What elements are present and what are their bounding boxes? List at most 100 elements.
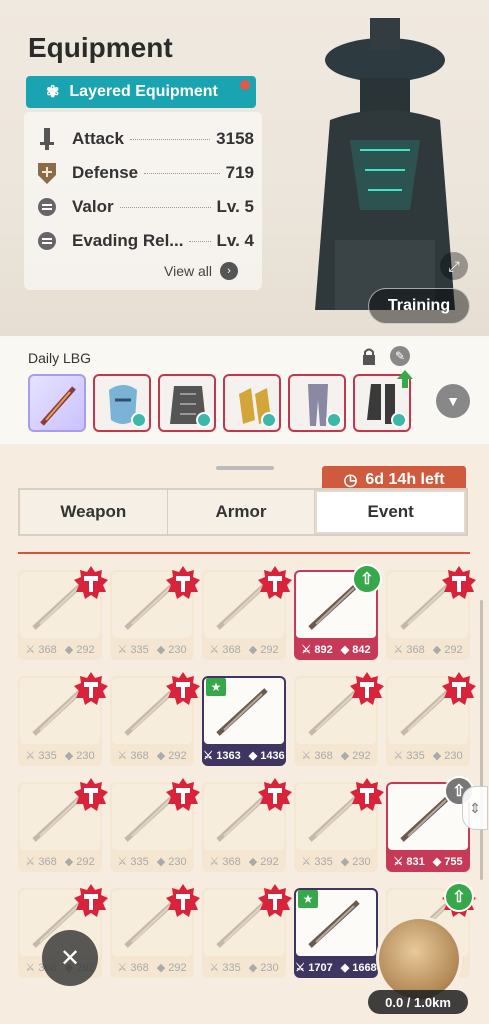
defense-value: ◆ 292 (156, 749, 187, 762)
card-stats: ⚔ 335 ◆ 230 (294, 850, 378, 872)
edit-icon[interactable]: ✎ (390, 346, 410, 366)
attack-value: ⚔ 335 (301, 855, 333, 868)
lbg-slot-chest[interactable] (158, 374, 216, 432)
scrollbar[interactable] (480, 600, 483, 880)
hammer-badge-icon (258, 566, 292, 599)
tab-weapon[interactable]: Weapon (20, 490, 168, 534)
distance-label: 0.0 / 1.0km (368, 990, 468, 1014)
defense-value: ◆ 230 (340, 855, 371, 868)
lbg-slot-gloves[interactable] (223, 374, 281, 432)
card-stats: ⚔ 892 ◆ 842 (294, 638, 378, 660)
selected-icon (391, 412, 407, 428)
lbg-slot-helmet[interactable] (93, 374, 151, 432)
card-stats: ⚔ 335 ◆ 230 (18, 744, 102, 766)
card-stats: ⚔ 368 ◆ 292 (18, 850, 102, 872)
attack-value: ⚔ 368 (393, 643, 425, 656)
equipment-card[interactable]: ⚔ 831 ◆ 755 ⇧ (386, 776, 474, 872)
drag-handle[interactable] (216, 466, 274, 470)
defense-value: ◆ 230 (248, 961, 279, 974)
attack-value: ⚔ 1363 (203, 749, 241, 762)
upgrade-arrow-icon (397, 370, 413, 388)
view-all-button[interactable]: View all › (164, 262, 238, 280)
upgrade-icon: ⇧ (352, 564, 382, 594)
defense-value: ◆ 230 (156, 643, 187, 656)
equipment-card[interactable]: ⚔ 335 ◆ 230 (294, 778, 384, 872)
equipment-card[interactable]: ⚔ 368 ◆ 292 (294, 672, 384, 766)
card-stats: ⚔ 1363 ◆ 1436 (202, 744, 286, 766)
expand-icon[interactable]: ⤢ (440, 252, 468, 280)
hammer-badge-icon (74, 672, 108, 705)
equipment-card[interactable]: ⚔ 368 ◆ 292 (202, 778, 292, 872)
tab-event[interactable]: Event (315, 490, 467, 534)
attack-value: ⚔ 368 (209, 643, 241, 656)
defense-value: ◆ 292 (64, 643, 95, 656)
equipment-card[interactable]: ⚔ 368 ◆ 292 (386, 566, 476, 660)
attack-value: ⚔ 335 (393, 749, 425, 762)
card-stats: ⚔ 335 ◆ 230 (202, 956, 286, 978)
equipment-card[interactable]: ⚔ 335 ◆ 230 (202, 884, 292, 978)
equipment-card[interactable]: ⚔ 368 ◆ 292 (18, 566, 108, 660)
stat-row-defense: Defense 719 (36, 160, 254, 186)
defense-value: ◆ 842 (340, 643, 371, 656)
hammer-badge-icon (350, 672, 384, 705)
card-stats: ⚔ 368 ◆ 292 (110, 956, 194, 978)
attack-value: ⚔ 368 (301, 749, 333, 762)
equipment-card[interactable]: ⚔ 335 ◆ 230 (110, 566, 200, 660)
attack-value: ⚔ 368 (25, 855, 57, 868)
layered-equipment-button[interactable]: ✾ Layered Equipment (26, 76, 256, 108)
equipment-card[interactable]: ⚔ 892 ◆ 842 ⇧ (294, 564, 382, 660)
stat-row-evading: Evading Rel... Lv. 4 (36, 228, 254, 254)
stat-label: Attack (72, 129, 124, 148)
card-stats: ⚔ 368 ◆ 292 (18, 638, 102, 660)
equipment-card[interactable]: ⚔ 368 ◆ 292 (110, 884, 200, 978)
layered-label: Layered Equipment (69, 83, 218, 100)
scroll-arrows-icon[interactable]: ⇕ (462, 786, 488, 830)
view-all-label: View all (164, 263, 212, 279)
equipment-card[interactable]: ⚔ 1707 ◆ 1668 ★ (294, 888, 378, 978)
equipment-card[interactable]: ⚔ 1363 ◆ 1436 ★ (202, 676, 286, 766)
defense-value: ◆ 230 (432, 749, 463, 762)
hammer-badge-icon (166, 884, 200, 917)
lock-icon[interactable] (362, 347, 376, 365)
stat-label: Evading Rel... (72, 231, 184, 250)
attack-value: ⚔ 1707 (295, 961, 333, 974)
selected-icon (196, 412, 212, 428)
stats-panel: Attack 3158 Defense 719 Valor Lv. 5 Evad… (24, 112, 262, 290)
equipment-card[interactable]: ⚔ 335 ◆ 230 (386, 672, 476, 766)
stat-row-attack: Attack 3158 (36, 126, 254, 152)
notification-dot (240, 80, 250, 90)
defense-value: ◆ 755 (432, 855, 463, 868)
defense-value: ◆ 292 (248, 643, 279, 656)
defense-value: ◆ 292 (432, 643, 463, 656)
hammer-badge-icon (166, 566, 200, 599)
attack-value: ⚔ 368 (25, 643, 57, 656)
stat-row-valor: Valor Lv. 5 (36, 194, 254, 220)
stat-label: Valor (72, 197, 114, 216)
hammer-badge-icon (258, 884, 292, 917)
chevron-down-icon[interactable]: ▼ (436, 384, 470, 418)
selected-icon (261, 412, 277, 428)
selected-icon (131, 412, 147, 428)
attack-value: ⚔ 335 (209, 961, 241, 974)
equipment-card[interactable]: ⚔ 335 ◆ 230 (110, 778, 200, 872)
training-button[interactable]: Training (368, 288, 470, 324)
tab-armor[interactable]: Armor (168, 490, 316, 534)
card-stats: ⚔ 831 ◆ 755 (386, 850, 470, 872)
character-panel: Equipment ✾ Layered Equipment Attack 315… (0, 0, 489, 340)
lbg-slot-legs[interactable] (288, 374, 346, 432)
lbg-slot-weapon[interactable] (28, 374, 86, 432)
equipment-card[interactable]: ⚔ 335 ◆ 230 (18, 672, 108, 766)
hammer-badge-icon (258, 778, 292, 811)
attack-value: ⚔ 831 (393, 855, 425, 868)
equipment-card[interactable]: ⚔ 368 ◆ 292 (202, 566, 292, 660)
timer-label: 6d 14h left (365, 471, 445, 488)
hammer-badge-icon (442, 672, 476, 705)
card-stats: ⚔ 368 ◆ 292 (294, 744, 378, 766)
defense-value: ◆ 292 (248, 855, 279, 868)
equipment-card[interactable]: ⚔ 368 ◆ 292 (110, 672, 200, 766)
hammer-badge-icon (74, 884, 108, 917)
equipment-card[interactable]: ⚔ 368 ◆ 292 (18, 778, 108, 872)
close-button[interactable]: ✕ (42, 930, 98, 986)
card-stats: ⚔ 335 ◆ 230 (110, 850, 194, 872)
defense-value: ◆ 1436 (248, 749, 285, 762)
